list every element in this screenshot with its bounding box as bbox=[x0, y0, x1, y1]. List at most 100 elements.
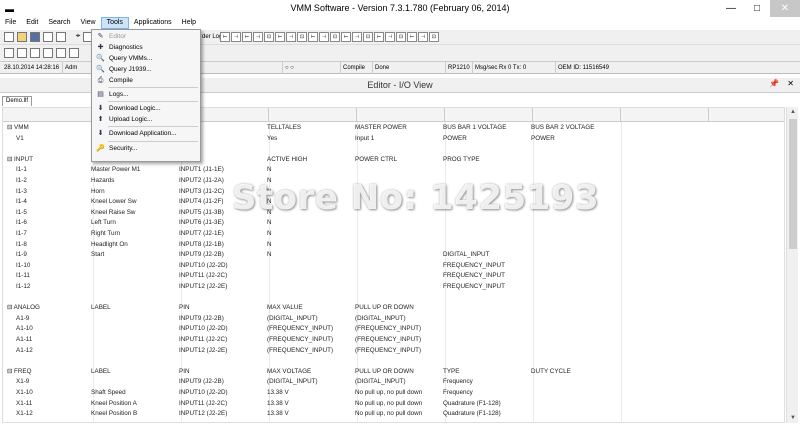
tools-menu-item-diagnostics[interactable]: ✚ Diagnostics bbox=[92, 42, 200, 53]
table-cell[interactable]: V1 bbox=[16, 134, 98, 144]
table-cell[interactable]: Frequency bbox=[443, 388, 527, 398]
table-cell[interactable]: X1-12 bbox=[16, 409, 98, 419]
table-cell[interactable]: POWER bbox=[531, 134, 615, 144]
tools-menu-item-download-logic[interactable]: ⬇ Download Logic... bbox=[92, 103, 200, 114]
io-tool-13-icon[interactable]: ⊣ bbox=[352, 32, 362, 42]
print-icon[interactable] bbox=[43, 32, 53, 42]
io-tool-7-icon[interactable]: ⊣ bbox=[286, 32, 296, 42]
tool-a-icon[interactable] bbox=[30, 48, 40, 58]
table-cell[interactable]: (FREQUENCY_INPUT) bbox=[267, 335, 351, 345]
menu-edit[interactable]: Edit bbox=[21, 17, 43, 29]
table-row[interactable]: X1-10 Shaft Speed INPUT10 (J2-2D) 13.38 V No… bbox=[3, 388, 784, 398]
table-cell[interactable]: INPUT11 (J2-2C) bbox=[179, 271, 263, 281]
table-cell[interactable]: PROG TYPE bbox=[443, 155, 527, 165]
table-cell[interactable]: ⊟ VMM bbox=[7, 123, 89, 133]
table-row[interactable]: I1-9 Start INPUT9 (J2-2B) N DIGITAL_INPUT bbox=[3, 250, 784, 260]
table-cell[interactable]: (DIGITAL_INPUT) bbox=[355, 377, 439, 387]
table-cell[interactable]: PIN bbox=[179, 303, 263, 313]
table-cell[interactable]: Kneel Raise Sw bbox=[91, 208, 175, 218]
menu-view[interactable]: View bbox=[76, 17, 101, 29]
table-cell[interactable]: A1-10 bbox=[16, 324, 98, 334]
header-cell-7[interactable] bbox=[533, 108, 621, 122]
table-cell[interactable]: I1-3 bbox=[16, 187, 98, 197]
disconnect-icon[interactable] bbox=[17, 48, 27, 58]
table-cell[interactable]: DIGITAL_INPUT bbox=[443, 250, 527, 260]
table-row[interactable]: I1-1 Master Power M1 INPUT1 (J1-1E) N bbox=[3, 165, 784, 175]
tools-menu-item-download-application[interactable]: ⬇ Download Application... bbox=[92, 128, 200, 139]
header-cell-8[interactable] bbox=[621, 108, 709, 122]
table-row[interactable]: I1-7 Right Turn INPUT7 (J2-1E) N bbox=[3, 229, 784, 239]
table-cell[interactable]: I1-6 bbox=[16, 218, 98, 228]
table-row[interactable]: A1-11 INPUT11 (J2-2C) (FREQUENCY_INPUT) (FR… bbox=[3, 335, 784, 345]
connect-icon[interactable] bbox=[4, 48, 14, 58]
tool-d-icon[interactable] bbox=[69, 48, 79, 58]
tools-menu-item-query-vmms[interactable]: 🔍 Query VMMs... bbox=[92, 53, 200, 64]
header-cell-5[interactable] bbox=[357, 108, 445, 122]
table-cell[interactable]: ACTIVE HIGH bbox=[267, 155, 351, 165]
table-cell[interactable]: A1-12 bbox=[16, 346, 98, 356]
table-row[interactable]: I1-11 INPUT11 (J2-2C) FREQUENCY_INPUT bbox=[3, 271, 784, 281]
tools-menu-item-query-j1939[interactable]: 🔍 Query J1939... bbox=[92, 64, 200, 75]
tools-menu-item-upload-logic[interactable]: ⬆ Upload Logic... bbox=[92, 114, 200, 125]
table-cell[interactable]: POWER CTRL bbox=[355, 155, 439, 165]
minimize-button[interactable]: — bbox=[718, 0, 744, 17]
table-cell[interactable]: Yes bbox=[267, 134, 351, 144]
table-cell[interactable]: I1-12 bbox=[16, 282, 98, 292]
table-cell[interactable]: Frequency bbox=[443, 377, 527, 387]
table-cell[interactable]: N bbox=[267, 218, 351, 228]
table-cell[interactable]: (FREQUENCY_INPUT) bbox=[355, 346, 439, 356]
table-cell[interactable]: N bbox=[267, 229, 351, 239]
table-cell[interactable]: A1-9 bbox=[16, 314, 98, 324]
header-cell-6[interactable] bbox=[445, 108, 533, 122]
table-cell[interactable]: Kneel Position A bbox=[91, 399, 175, 409]
table-cell[interactable]: I1-1 bbox=[16, 165, 98, 175]
table-row[interactable]: I1-10 INPUT10 (J2-2D) FREQUENCY_INPUT bbox=[3, 261, 784, 271]
tools-menu-item-security[interactable]: 🔑 Security... bbox=[92, 143, 200, 154]
table-cell[interactable]: I1-2 bbox=[16, 176, 98, 186]
new-file-icon[interactable] bbox=[4, 32, 14, 42]
table-cell[interactable]: Horn bbox=[91, 187, 175, 197]
header-cell-1[interactable] bbox=[3, 108, 93, 122]
table-cell[interactable]: FREQUENCY_INPUT bbox=[443, 261, 527, 271]
table-row[interactable]: A1-10 INPUT10 (J2-2D) (FREQUENCY_INPUT) (FR… bbox=[3, 324, 784, 334]
table-cell[interactable]: MAX VOLTAGE bbox=[267, 367, 351, 377]
table-cell[interactable]: Kneel Lower Sw bbox=[91, 197, 175, 207]
table-cell[interactable]: I1-8 bbox=[16, 240, 98, 250]
table-cell[interactable]: N bbox=[267, 165, 351, 175]
io-tool-8-icon[interactable]: ⊡ bbox=[297, 32, 307, 42]
table-cell[interactable]: LABEL bbox=[91, 367, 175, 377]
table-cell[interactable]: LABEL bbox=[91, 303, 175, 313]
io-tool-11-icon[interactable]: ⊡ bbox=[330, 32, 340, 42]
table-row[interactable]: ⊟ ANALOG LABEL PIN MAX VALUE PULL UP OR DOWN bbox=[3, 303, 784, 313]
tools-menu-item-compile[interactable]: ⎙ Compile bbox=[92, 75, 200, 86]
save-icon[interactable] bbox=[30, 32, 40, 42]
table-cell[interactable]: I1-9 bbox=[16, 250, 98, 260]
table-cell[interactable]: POWER bbox=[443, 134, 527, 144]
table-cell[interactable]: TELLTALES bbox=[267, 123, 351, 133]
table-cell[interactable]: INPUT12 (J2-2E) bbox=[179, 282, 263, 292]
table-cell[interactable]: I1-7 bbox=[16, 229, 98, 239]
tool-b-icon[interactable] bbox=[43, 48, 53, 58]
table-cell[interactable]: INPUT11 (J2-2C) bbox=[179, 335, 263, 345]
table-cell[interactable]: ⊟ FREQ bbox=[7, 367, 89, 377]
io-tool-9-icon[interactable]: ⊢ bbox=[308, 32, 318, 42]
table-cell[interactable]: N bbox=[267, 250, 351, 260]
table-cell[interactable]: X1-10 bbox=[16, 388, 98, 398]
vertical-scrollbar[interactable]: ▲ ▼ bbox=[786, 107, 798, 423]
header-cell-4[interactable] bbox=[269, 108, 357, 122]
io-tool-18-icon[interactable]: ⊢ bbox=[407, 32, 417, 42]
io-tool-12-icon[interactable]: ⊢ bbox=[341, 32, 351, 42]
table-cell[interactable]: A1-11 bbox=[16, 335, 98, 345]
table-cell[interactable]: No pull up, no pull down bbox=[355, 399, 439, 409]
io-tool-1-icon[interactable]: ⊢ bbox=[220, 32, 230, 42]
io-tool-17-icon[interactable]: ⊡ bbox=[396, 32, 406, 42]
tool-c-icon[interactable] bbox=[56, 48, 66, 58]
table-cell[interactable]: 13.38 V bbox=[267, 409, 351, 419]
io-tool-2-icon[interactable]: ⊣ bbox=[231, 32, 241, 42]
table-cell[interactable]: MAX VALUE bbox=[267, 303, 351, 313]
table-row[interactable]: X1-9 INPUT9 (J2-2B) (DIGITAL_INPUT) (DIGITA… bbox=[3, 377, 784, 387]
table-cell[interactable]: INPUT9 (J2-2B) bbox=[179, 377, 263, 387]
table-cell[interactable]: Shaft Speed bbox=[91, 388, 175, 398]
scroll-thumb[interactable] bbox=[789, 119, 797, 249]
table-cell[interactable]: I1-10 bbox=[16, 261, 98, 271]
